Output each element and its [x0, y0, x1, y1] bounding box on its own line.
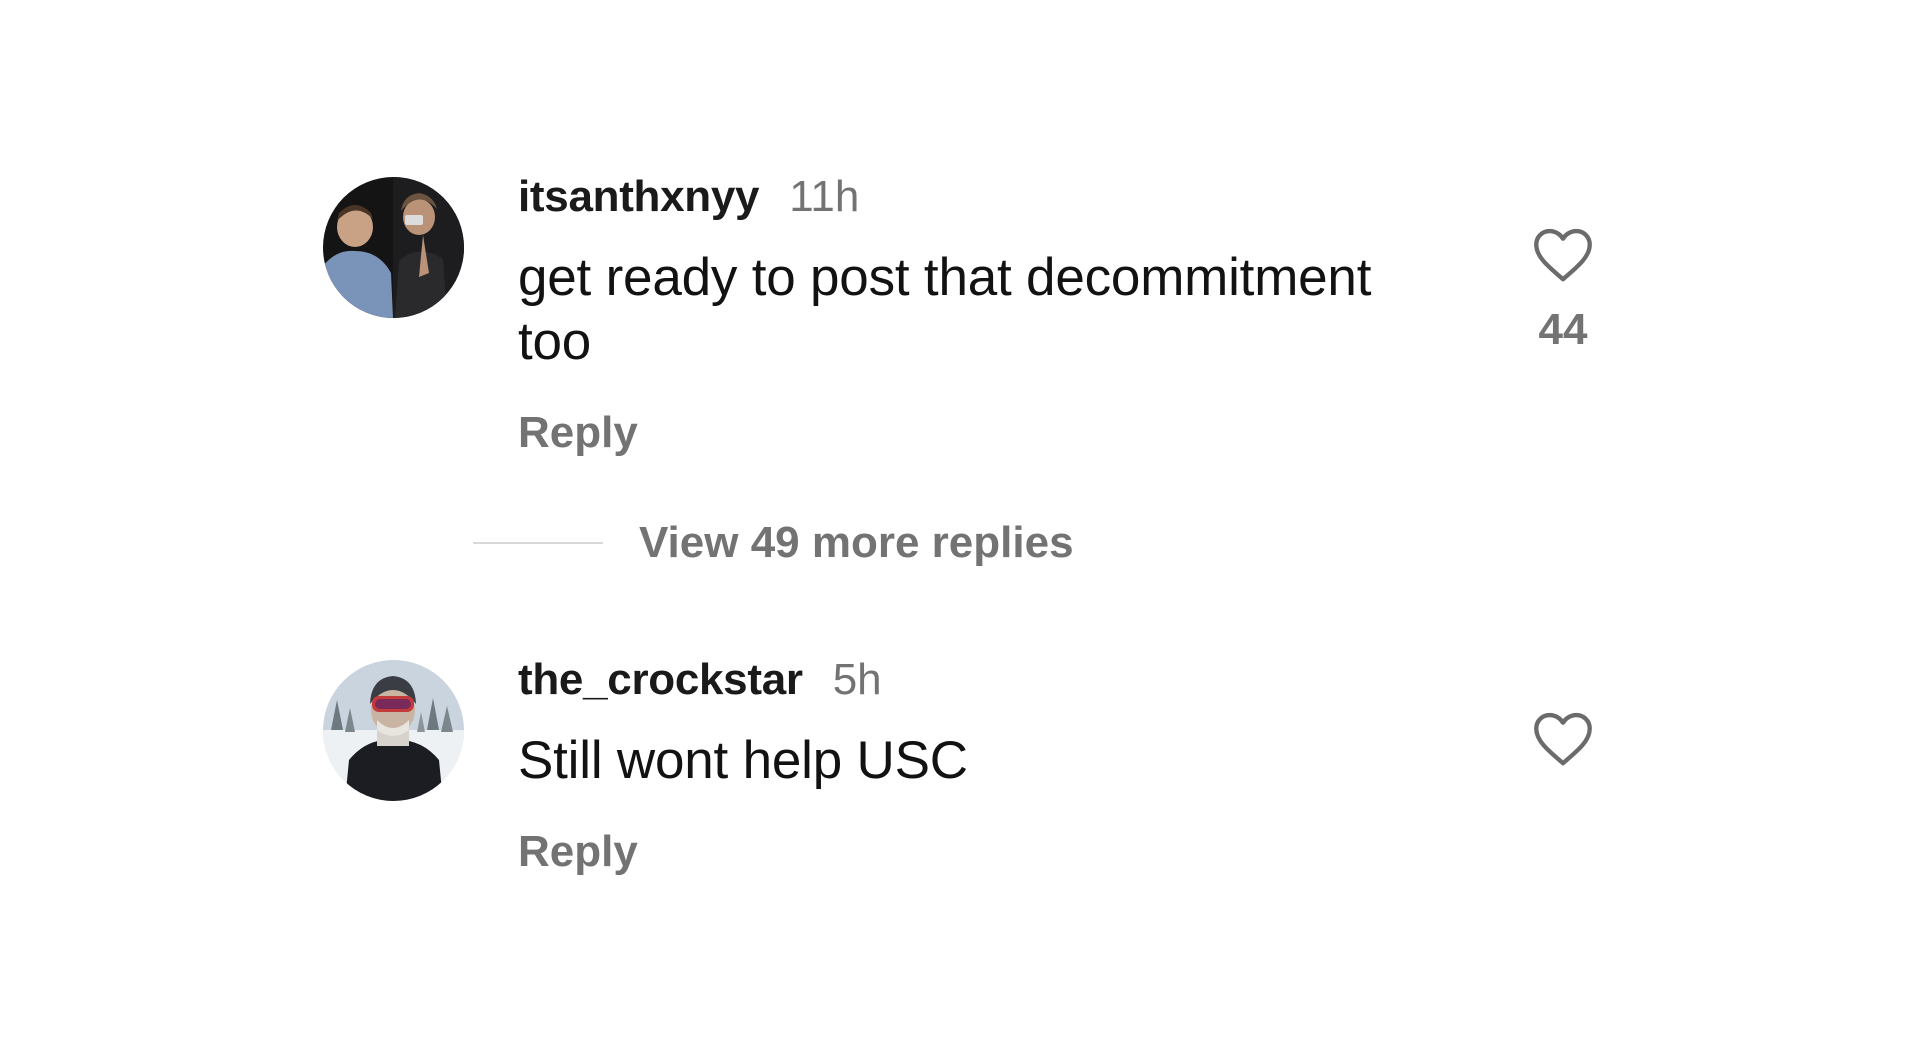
comment-text: Still wont help USC — [518, 731, 968, 790]
heart-icon[interactable] — [1532, 711, 1594, 767]
profile-photo-icon — [323, 177, 464, 318]
divider-line — [473, 542, 603, 544]
like-control — [1513, 711, 1613, 767]
username[interactable]: the_crockstar — [518, 655, 803, 705]
timestamp: 11h — [789, 172, 860, 221]
reply-button[interactable]: Reply — [518, 408, 1438, 458]
heart-icon[interactable] — [1532, 227, 1594, 283]
view-more-replies-button[interactable]: View 49 more replies — [473, 518, 1074, 568]
comment-text: get ready to post that decommitment too — [518, 248, 1372, 371]
avatar[interactable] — [323, 177, 464, 318]
avatar[interactable] — [323, 660, 464, 801]
username[interactable]: itsanthxnyy — [518, 172, 760, 222]
timestamp: 5h — [832, 655, 882, 704]
like-control: 44 — [1513, 227, 1613, 355]
comment-body: the_crockstar 5h Still wont help USC Rep… — [518, 655, 1438, 877]
comment-body: itsanthxnyy 11h get ready to post that d… — [518, 172, 1438, 458]
comments-panel: itsanthxnyy 11h get ready to post that d… — [0, 0, 1920, 1056]
reply-button[interactable]: Reply — [518, 827, 1438, 877]
like-count: 44 — [1538, 305, 1588, 354]
view-more-replies-label: View 49 more replies — [639, 518, 1074, 567]
comment-header: the_crockstar 5h — [518, 655, 1438, 709]
comment-header: itsanthxnyy 11h — [518, 172, 1438, 226]
profile-photo-icon — [323, 660, 464, 801]
